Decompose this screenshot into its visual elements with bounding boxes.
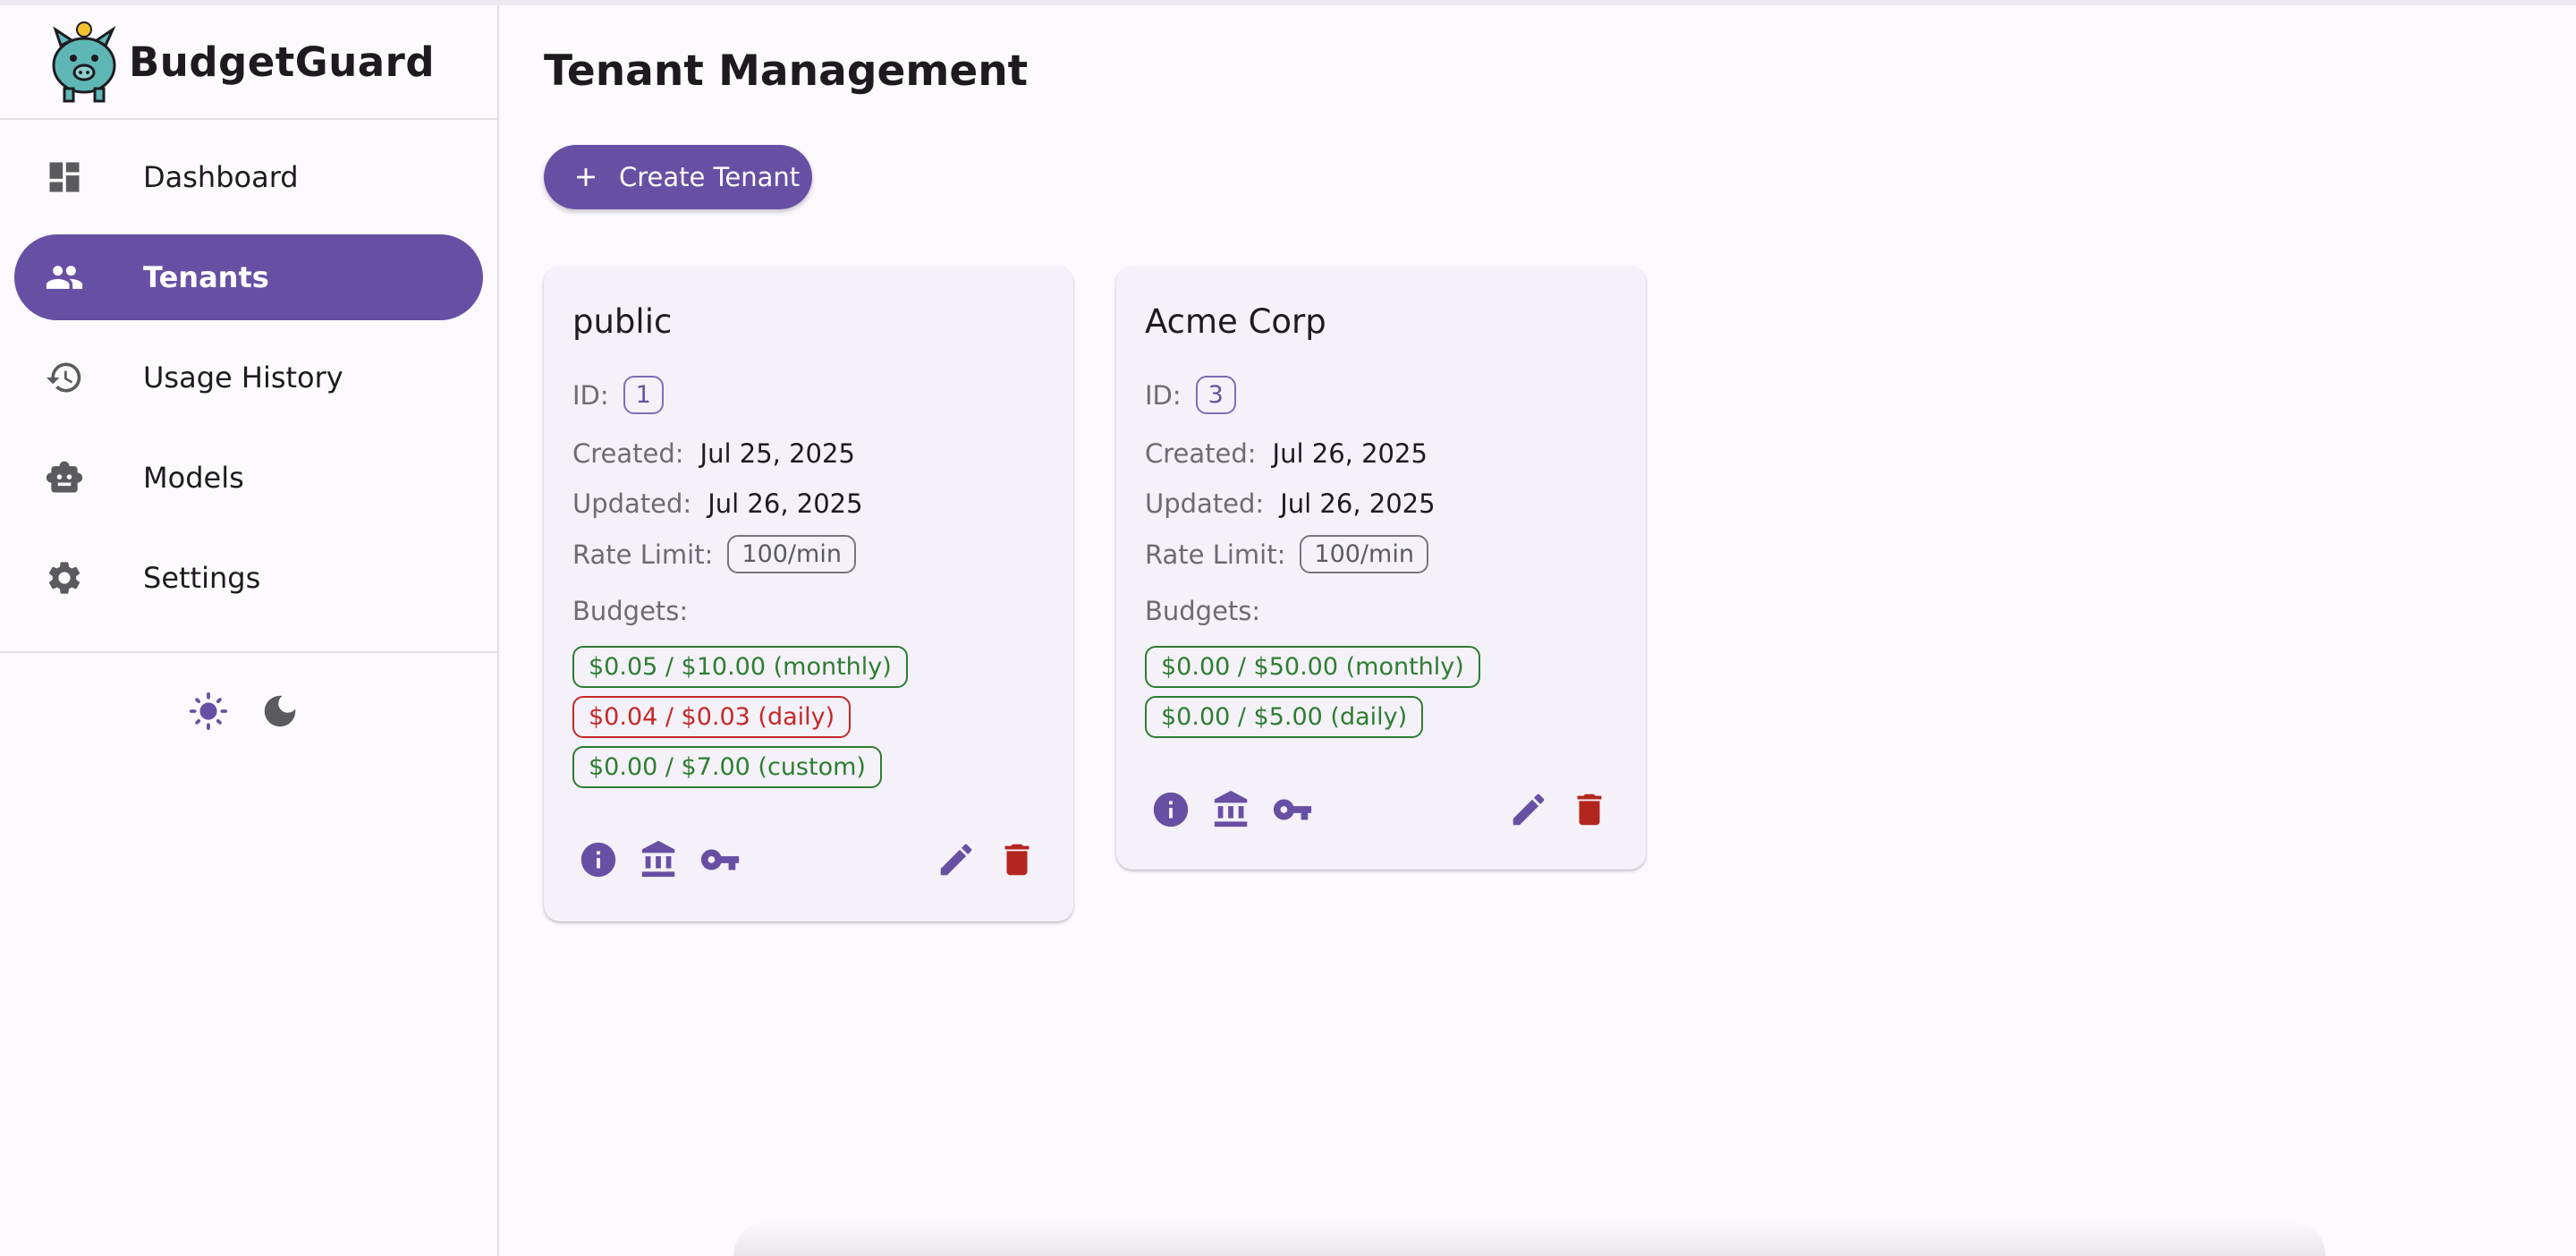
updated-value: Jul 26, 2025 [1280,488,1436,519]
sidebar-item-label: Usage History [143,361,343,395]
sidebar-item-label: Dashboard [143,160,299,194]
sidebar-item-dashboard[interactable]: Dashboard [14,134,483,220]
main-content: Tenant Management Create Tenant public I… [501,5,2576,1256]
id-label: ID: [572,379,609,411]
sidebar-nav: Dashboard Tenants Usage History Models S… [0,120,497,621]
budget-chip: $0.04 / $0.03 (daily) [572,696,852,738]
budget-chip: $0.00 / $50.00 (monthly) [1145,646,1480,688]
rate-limit-chip: 100/min [1300,535,1428,573]
sun-icon[interactable] [188,691,229,735]
rate-limit-label: Rate Limit: [572,539,714,570]
gear-icon [45,558,84,598]
sidebar-item-tenants[interactable]: Tenants [14,234,483,320]
app-name: BudgetGuard [129,38,436,86]
moon-icon[interactable] [259,691,301,735]
id-label: ID: [1145,379,1182,411]
budget-chip: $0.00 / $5.00 (daily) [1145,696,1424,738]
id-chip: 1 [623,376,664,414]
create-tenant-button[interactable]: Create Tenant [544,145,812,209]
page-title: Tenant Management [544,47,1029,96]
updated-row: Updated: Jul 26, 2025 [1145,488,1436,519]
robot-icon [45,458,84,497]
theme-toggle [188,691,301,735]
sidebar: BudgetGuard Dashboard Tenants Usage Hist… [0,5,499,1256]
tenant-card: Acme Corp ID: 3 Created: Jul 26, 2025 Up… [1116,267,1646,870]
rate-limit-chip: 100/min [727,535,856,573]
created-value: Jul 26, 2025 [1272,438,1428,469]
sidebar-item-label: Models [143,461,244,495]
brand[interactable]: BudgetGuard [0,5,497,120]
dashboard-icon [45,157,84,197]
budgets-label: Budgets: [572,596,689,626]
tenant-name: public [572,302,673,341]
budgets-label: Budgets: [1145,596,1261,626]
history-icon [45,358,84,397]
info-icon[interactable] [578,839,619,880]
budget-chip: $0.05 / $10.00 (monthly) [572,646,908,688]
card-actions [578,839,1038,880]
created-row: Created: Jul 25, 2025 [572,438,855,469]
rate-limit-row: Rate Limit: 100/min [572,535,856,573]
updated-label: Updated: [572,488,692,519]
bank-icon[interactable] [1211,789,1252,830]
create-tenant-label: Create Tenant [619,162,801,192]
rate-limit-label: Rate Limit: [1145,539,1286,570]
sidebar-item-settings[interactable]: Settings [14,535,483,621]
tenant-card: public ID: 1 Created: Jul 25, 2025 Updat… [544,267,1073,921]
card-actions [1150,789,1610,830]
budgets-row: Budgets: [572,596,688,626]
sidebar-item-usage-history[interactable]: Usage History [14,335,483,420]
tenant-name: Acme Corp [1145,302,1326,341]
updated-row: Updated: Jul 26, 2025 [572,488,863,519]
updated-label: Updated: [1145,488,1265,519]
budget-chip: $0.00 / $7.00 (custom) [572,746,882,788]
sidebar-item-label: Settings [143,561,261,595]
key-icon[interactable] [1272,789,1313,830]
created-label: Created: [572,438,684,469]
key-icon[interactable] [699,839,741,880]
rate-limit-row: Rate Limit: 100/min [1145,535,1428,573]
bottom-shadow [733,1220,2326,1256]
people-icon [45,258,84,297]
edit-icon[interactable] [1508,789,1549,830]
plus-icon [571,162,601,192]
piggy-bank-logo-icon [47,19,123,105]
bank-icon[interactable] [639,839,680,880]
created-value: Jul 25, 2025 [699,438,855,469]
delete-icon[interactable] [996,839,1038,880]
sidebar-item-models[interactable]: Models [14,435,483,521]
edit-icon[interactable] [936,839,977,880]
tenant-id-row: ID: 1 [572,376,664,414]
sidebar-divider [0,651,499,653]
tenant-id-row: ID: 3 [1145,376,1236,414]
updated-value: Jul 26, 2025 [708,488,863,519]
id-chip: 3 [1195,376,1236,414]
budgets-row: Budgets: [1145,596,1260,626]
created-label: Created: [1145,438,1257,469]
info-icon[interactable] [1150,789,1191,830]
sidebar-item-label: Tenants [143,260,269,294]
created-row: Created: Jul 26, 2025 [1145,438,1428,469]
delete-icon[interactable] [1569,789,1610,830]
